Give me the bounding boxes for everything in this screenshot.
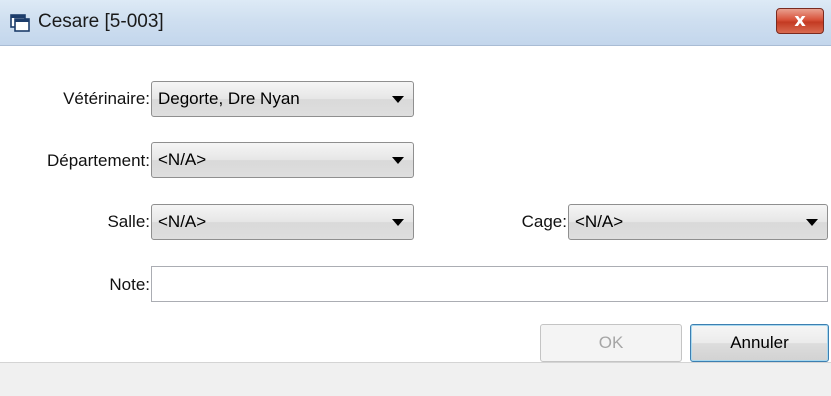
chevron-down-icon <box>806 219 818 226</box>
chevron-down-icon <box>392 219 404 226</box>
cage-value: <N/A> <box>575 212 624 231</box>
veterinaire-value: Degorte, Dre Nyan <box>158 89 300 108</box>
departement-select[interactable]: <N/A> <box>151 142 414 178</box>
cancel-button[interactable]: Annuler <box>690 324 829 362</box>
note-label: Note: <box>109 275 150 294</box>
close-icon: x <box>794 10 806 31</box>
ok-button[interactable]: OK <box>540 324 682 362</box>
note-input[interactable] <box>151 266 828 302</box>
close-button[interactable]: x <box>776 8 824 34</box>
chevron-down-icon <box>392 157 404 164</box>
window-title: Cesare [5-003] <box>38 11 164 32</box>
chevron-down-icon <box>392 96 404 103</box>
veterinaire-label: Vétérinaire: <box>63 89 150 108</box>
veterinaire-select[interactable]: Degorte, Dre Nyan <box>151 81 414 117</box>
status-bar <box>0 362 831 396</box>
title-bar[interactable]: Cesare [5-003] x <box>0 0 831 46</box>
window-icon <box>10 14 30 32</box>
departement-value: <N/A> <box>158 150 207 169</box>
salle-value: <N/A> <box>158 212 207 231</box>
cage-select[interactable]: <N/A> <box>568 204 828 240</box>
departement-label: Département: <box>47 151 150 170</box>
salle-select[interactable]: <N/A> <box>151 204 414 240</box>
cage-label: Cage: <box>521 212 567 231</box>
salle-label: Salle: <box>107 212 150 231</box>
